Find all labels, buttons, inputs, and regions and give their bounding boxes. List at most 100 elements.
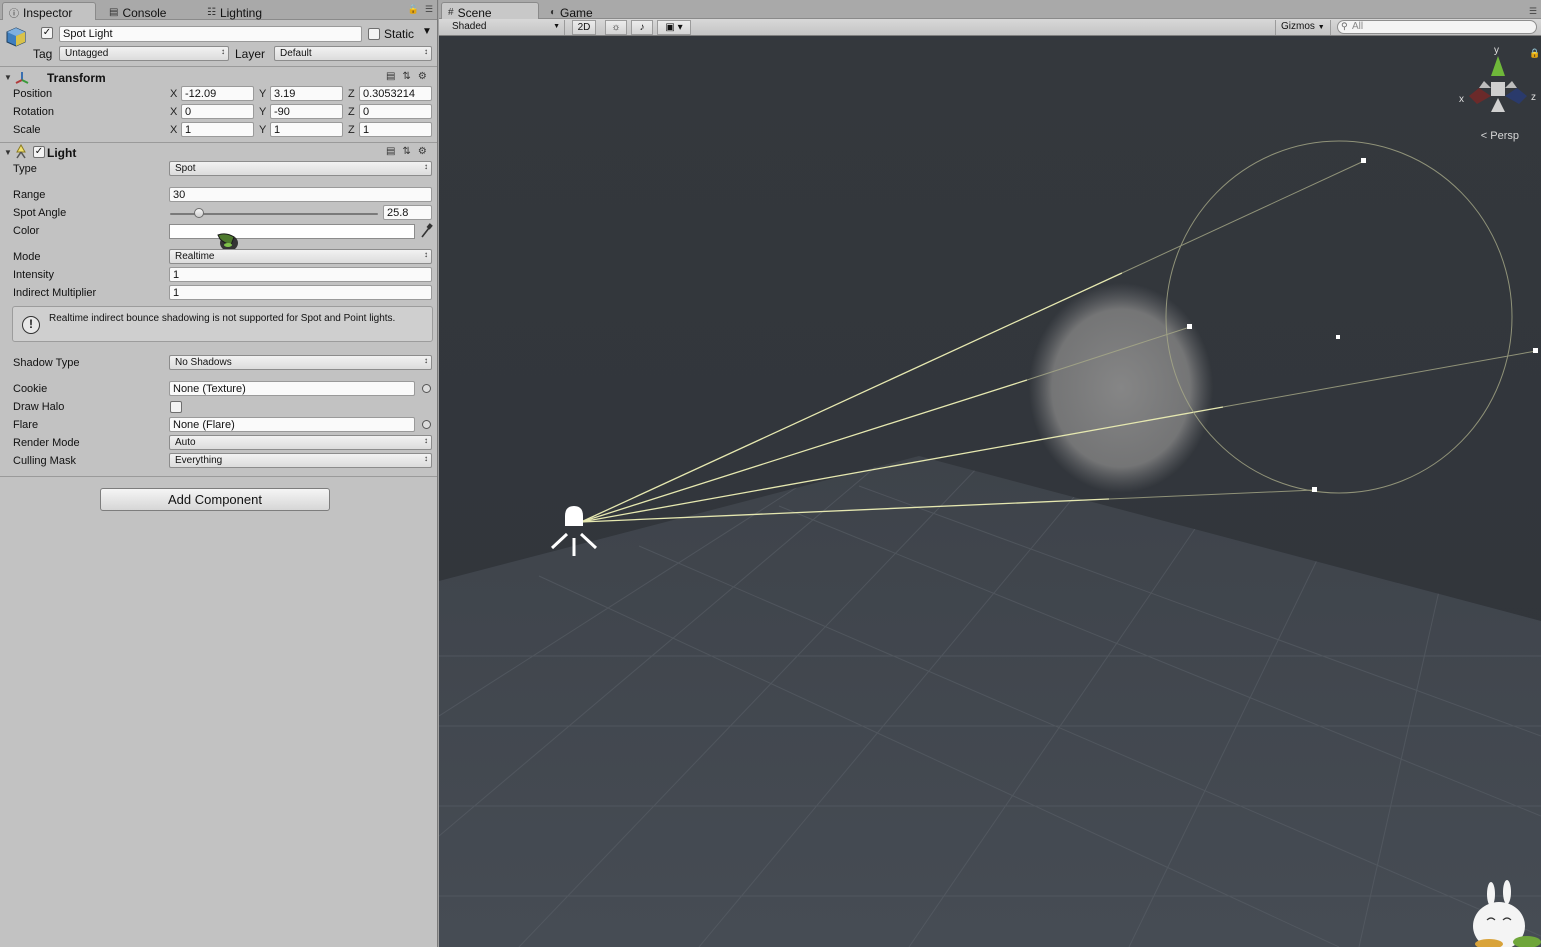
light-enabled-checkbox[interactable]: ✓ [33,146,45,158]
tab-label: Inspector [23,5,73,20]
type-label: Type [13,163,37,175]
draw-halo-checkbox[interactable] [170,401,182,413]
search-placeholder: All [1352,21,1364,32]
object-name-field[interactable]: Spot Light [59,26,362,42]
lighting-icon: ☷ [207,7,216,18]
lock-icon[interactable]: 🔒 [408,4,419,15]
help-book-icon[interactable]: ▤ [386,71,395,82]
color-swatch[interactable] [169,224,415,239]
projection-label: Persp [1490,130,1519,142]
render-mode-dropdown[interactable]: Auto [169,435,432,450]
tag-dropdown[interactable]: Untagged [59,46,229,61]
tabbar-controls: 🔒 ☰ [408,4,433,15]
static-checkbox[interactable] [368,28,380,40]
position-z-field[interactable]: 0.3053214 [359,86,432,101]
axis-y-label[interactable]: Y [259,124,266,136]
add-component-button[interactable]: Add Component [100,488,330,511]
light-halo-glow [1029,283,1213,493]
rotation-y-field[interactable]: -90 [270,104,343,119]
object-picker-icon[interactable] [422,420,431,429]
tab-game[interactable]: ◐ Game [543,2,600,20]
axis-x-label[interactable]: X [170,106,177,118]
light-foldout-icon[interactable]: ▼ [4,148,12,157]
active-checkbox[interactable]: ✓ [41,27,53,39]
axis-z-label[interactable]: Z [348,106,355,118]
scale-y-field[interactable]: 1 [270,122,343,137]
position-label: Position [13,88,53,100]
flare-label: Flare [13,419,39,431]
color-label: Color [13,225,40,237]
cookie-field[interactable]: None (Texture) [169,381,415,396]
scene-toolbar: Shaded ▼ 2D ☼ ♪ ▣ ▾ Gizmos ▼ ⚲ All [439,19,1541,36]
spot-angle-slider-thumb[interactable] [194,208,205,218]
tab-console[interactable]: ▤ Console [102,2,173,20]
light-title: Light [47,146,77,160]
mode-label: Mode [13,251,41,263]
preset-icon[interactable]: ⇅ [402,71,410,82]
shadow-type-dropdown[interactable]: No Shadows [169,355,432,370]
gear-icon[interactable]: ⚙ [418,146,427,157]
scale-x-field[interactable]: 1 [181,122,254,137]
rotation-x-field[interactable]: 0 [181,104,254,119]
layer-dropdown[interactable]: Default [274,46,432,61]
menu-icon[interactable]: ☰ [425,4,433,15]
axis-y-label: y [1494,45,1499,56]
tab-lighting[interactable]: ☷ Lighting [200,2,269,20]
lock-icon[interactable]: 🔒 [1529,48,1540,59]
object-picker-icon[interactable] [422,384,431,393]
flare-field[interactable]: None (Flare) [169,417,415,432]
preset-icon[interactable]: ⇅ [402,146,410,157]
scene-audio-toggle[interactable]: ♪ [631,20,653,35]
scene-search-input[interactable]: ⚲ All [1337,20,1537,34]
help-message: Realtime indirect bounce shadowing is no… [49,313,396,324]
indirect-multiplier-field[interactable]: 1 [169,285,432,300]
chevron-down-icon: ▼ [553,23,560,30]
gear-icon[interactable]: ⚙ [418,71,427,82]
culling-mask-dropdown[interactable]: Everything [169,453,432,468]
axis-x-label: x [1459,94,1464,105]
light-component-icon [16,144,26,159]
tabbar-controls: ☰ [1529,6,1537,17]
tab-scene[interactable]: # Scene [441,2,539,20]
tab-label: Console [122,5,167,20]
toggle-2d-button[interactable]: 2D [572,20,596,35]
search-icon: ⚲ [1341,21,1348,31]
gameobject-icon [6,27,26,47]
static-dropdown-icon[interactable]: ▼ [422,26,432,37]
scale-z-field[interactable]: 1 [359,122,432,137]
axis-x-label[interactable]: X [170,124,177,136]
range-label: Range [13,189,46,201]
scene-effects-dropdown[interactable]: ▣ ▾ [657,20,691,35]
rotation-z-field[interactable]: 0 [359,104,432,119]
scene-lighting-toggle[interactable]: ☼ [605,20,627,35]
axis-y-label[interactable]: Y [259,106,266,118]
rotation-label: Rotation [13,106,54,118]
eyedropper-icon[interactable] [419,223,433,239]
tab-label: Scene [457,5,492,20]
axis-z-label[interactable]: Z [348,124,355,136]
mode-dropdown[interactable]: Realtime [169,249,432,264]
scene-viewport[interactable]: y x z 🔒 [439,36,1541,947]
chevron-down-icon: ▼ [1317,24,1325,31]
axis-x-label[interactable]: X [170,88,177,100]
position-x-field[interactable]: -12.09 [181,86,254,101]
axis-z-label[interactable]: Z [348,88,355,100]
sun-icon: ☼ [611,22,621,33]
position-y-field[interactable]: 3.19 [270,86,343,101]
transform-title: Transform [47,71,106,85]
spot-angle-field[interactable]: 25.8 [383,205,432,220]
render-mode-label: Render Mode [13,437,80,449]
shading-dropdown[interactable]: Shaded ▼ [447,20,565,35]
menu-icon[interactable]: ☰ [1529,6,1537,17]
tab-inspector[interactable]: ⓘ Inspector [2,2,96,20]
transform-foldout-icon[interactable]: ▼ [4,73,12,82]
layer-label: Layer [235,47,266,61]
range-field[interactable]: 30 [169,187,432,202]
light-header-icons: ▤ ⇅ ⚙ [386,146,427,157]
projection-toggle[interactable]: < Persp [1481,130,1519,142]
gizmos-dropdown[interactable]: Gizmos ▼ [1275,20,1331,35]
intensity-field[interactable]: 1 [169,267,432,282]
help-book-icon[interactable]: ▤ [386,146,395,157]
axis-y-label[interactable]: Y [259,88,266,100]
type-dropdown[interactable]: Spot [169,161,432,176]
